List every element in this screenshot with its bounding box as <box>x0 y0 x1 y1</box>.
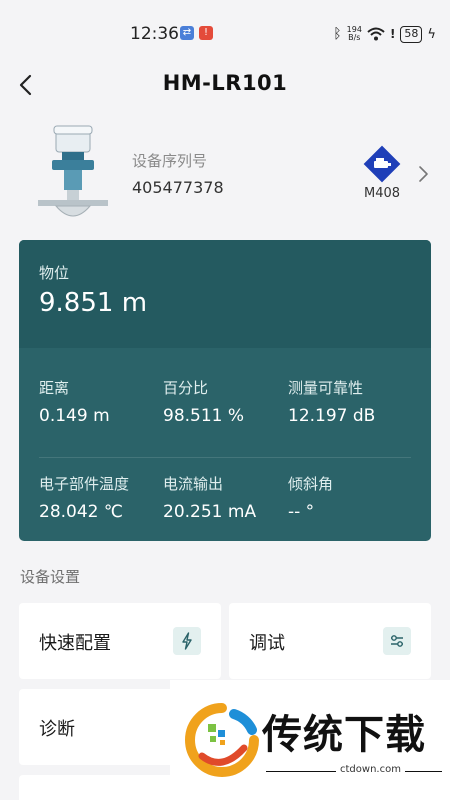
tile-label: 快速配置 <box>39 633 111 654</box>
level-value: 9.851 m <box>39 288 148 318</box>
measurement-card: 物位 9.851 m 距离 0.149 m 百分比 98.511 % 测量可靠性… <box>19 240 431 541</box>
watermark-text: 传统下载 <box>262 712 426 758</box>
chevron-right-icon[interactable] <box>416 164 430 184</box>
header: HM-LR101 <box>0 66 450 106</box>
quick-config-tile[interactable]: 快速配置 <box>19 603 221 679</box>
signal-alert-icon: ! <box>389 27 396 41</box>
bluetooth-icon: ᛒ <box>333 26 342 42</box>
metric-label: 电子部件温度 <box>39 475 130 493</box>
metric-distance: 距离 0.149 m <box>39 377 167 426</box>
metric-label: 测量可靠性 <box>288 379 364 397</box>
metric-value: 98.511 % <box>163 406 245 426</box>
radar-level-sensor-image <box>38 125 108 217</box>
metric-value: 20.251 mA <box>163 502 257 522</box>
sliders-icon <box>383 627 411 655</box>
charging-icon: ϟ <box>427 26 436 42</box>
metric-label: 距离 <box>39 379 70 397</box>
metric-value: -- ° <box>288 502 315 522</box>
network-speed: 194 B/s <box>347 26 362 42</box>
tile-label: 调试 <box>249 633 285 654</box>
metric-label: 电流输出 <box>163 475 224 493</box>
metric-current-output: 电流输出 20.251 mA <box>163 473 291 522</box>
watermark-url: ctdown.com <box>336 764 405 775</box>
metric-reliability: 测量可靠性 12.197 dB <box>288 377 416 426</box>
metric-tilt-angle: 倾斜角 -- ° <box>288 473 416 522</box>
network-speed-unit: B/s <box>348 33 361 42</box>
metric-value: 0.149 m <box>39 406 110 426</box>
lightning-icon <box>173 627 201 655</box>
tile-label: 诊断 <box>39 719 75 740</box>
device-info-row[interactable]: 设备序列号 405477378 M408 <box>0 118 450 228</box>
status-bar: 12:36 ⇄ ! ᛒ 194 B/s ! 58 ϟ <box>0 0 450 66</box>
serial-number-label: 设备序列号 <box>132 152 208 170</box>
metric-percentage: 百分比 98.511 % <box>163 377 291 426</box>
metric-value: 12.197 dB <box>288 406 376 426</box>
status-time: 12:36 <box>130 24 179 44</box>
page-title: HM-LR101 <box>162 71 288 95</box>
metric-value: 28.042 ℃ <box>39 502 123 522</box>
model-label: M408 <box>363 186 401 201</box>
level-label: 物位 <box>39 264 70 282</box>
primary-measurement-panel: 物位 9.851 m <box>19 240 431 348</box>
metric-label: 百分比 <box>163 379 209 397</box>
model-diamond-icon <box>363 145 401 183</box>
status-indicators: ᛒ 194 B/s ! 58 ϟ <box>333 24 436 44</box>
battery-indicator: 58 <box>400 25 423 43</box>
debug-tile[interactable]: 调试 <box>229 603 431 679</box>
metric-electronics-temperature: 电子部件温度 28.042 ℃ <box>39 473 167 522</box>
card-divider <box>39 457 411 458</box>
notification-app-icon: ⇄ <box>180 26 194 40</box>
notification-alert-icon: ! <box>199 26 213 40</box>
watermark-logo-icon <box>185 703 259 777</box>
serial-number-value: 405477378 <box>132 178 224 197</box>
metric-label: 倾斜角 <box>288 475 334 493</box>
watermark: 传统下载 ctdown.com <box>170 680 450 800</box>
wifi-icon <box>367 27 385 41</box>
device-settings-title: 设备设置 <box>20 568 81 586</box>
